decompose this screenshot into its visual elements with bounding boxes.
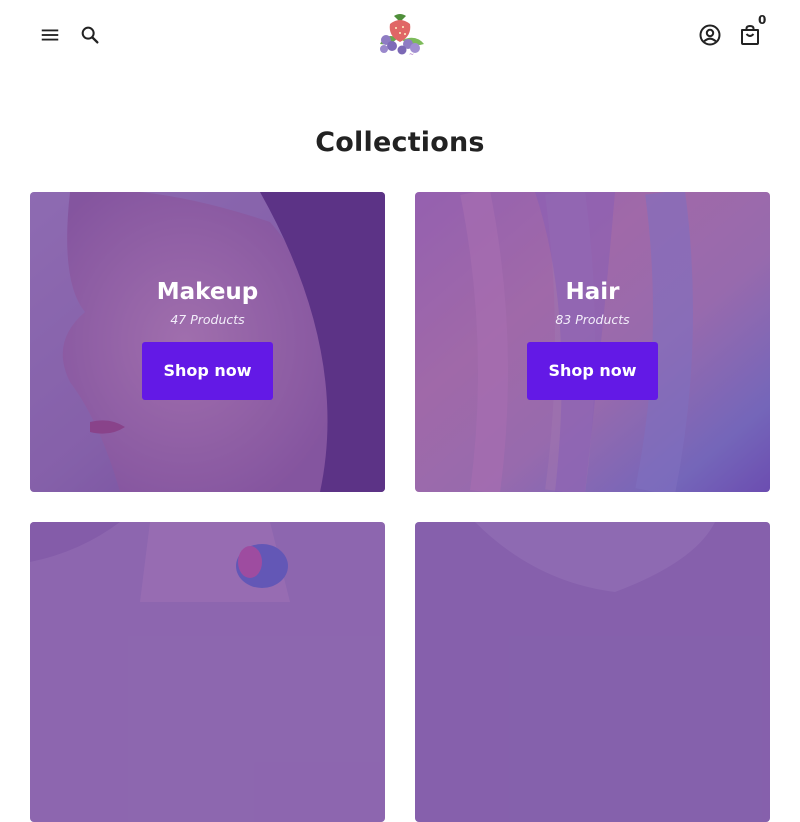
collection-product-count: 83 Products [555,312,630,327]
menu-button[interactable] [37,22,63,48]
strawberry-grapes-logo: ~ [380,14,424,58]
collection-product-count: 47 Products [170,312,245,327]
collection-title: Hair [565,279,620,305]
cart-count-badge: 0 [758,13,767,27]
collection-card-3[interactable] [30,522,385,822]
page-title: Collections [315,127,485,158]
account-button[interactable] [697,22,723,48]
collection-card-hair[interactable]: Hair 83 Products Shop now [415,192,770,492]
collection-card-4[interactable] [415,522,770,822]
site-logo[interactable]: ~ [372,10,430,58]
search-icon [81,26,99,44]
collection-title: Makeup [156,279,259,305]
shop-now-button[interactable]: Shop now [142,342,273,400]
card-overlay [415,522,770,822]
svg-text:~: ~ [409,51,414,58]
hamburger-menu-icon [41,29,59,41]
search-button[interactable] [77,22,103,48]
collection-card-content: Makeup 47 Products Shop now [30,276,385,400]
shop-now-button[interactable]: Shop now [527,342,658,400]
account-icon [699,24,721,46]
collection-card-content: Hair 83 Products Shop now [415,276,770,400]
collection-card-makeup[interactable]: Makeup 47 Products Shop now [30,192,385,492]
card-overlay [30,522,385,822]
site-header: ~ 0 [0,0,800,70]
